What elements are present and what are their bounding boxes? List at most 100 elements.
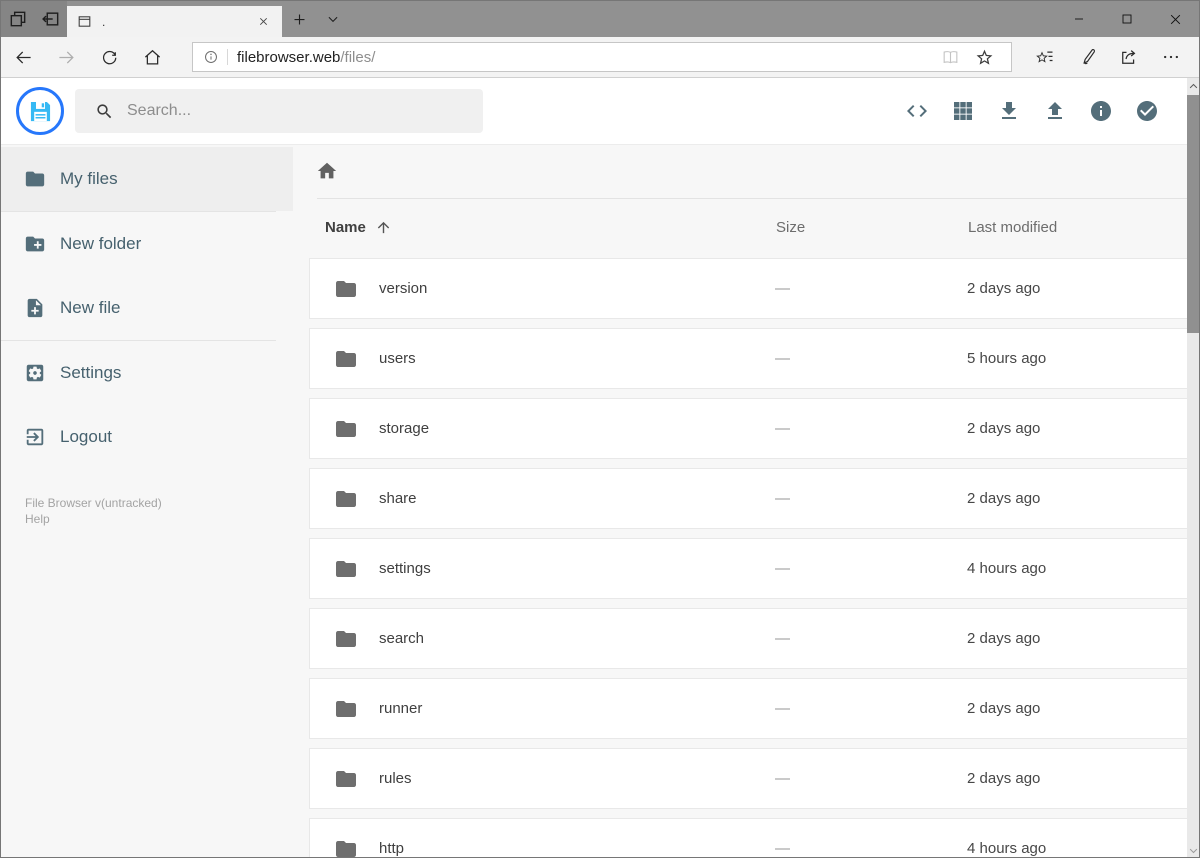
window-controls [1055,1,1199,37]
address-bar[interactable]: filebrowser.web/files/ [192,42,1012,72]
app-body: My files New folder New file Settings Lo… [1,145,1199,857]
site-info-icon[interactable] [203,49,219,65]
sidebar: My files New folder New file Settings Lo… [1,145,293,857]
file-name: version [379,280,428,297]
file-modified: 4 hours ago [967,560,1047,577]
sidebar-item-settings[interactable]: Settings [1,341,293,405]
forward-button[interactable] [45,37,88,77]
address-separator [227,49,228,65]
file-row-settings[interactable]: settings — 4 hours ago [309,538,1199,599]
page-scrollbar[interactable] [1187,78,1199,857]
sidebar-item-label: New folder [60,234,142,253]
file-row-rules[interactable]: rules — 2 days ago [309,748,1199,809]
file-size: — [775,350,790,367]
folder-icon [334,277,358,301]
help-link[interactable]: Help [25,511,293,527]
search-placeholder: Search... [127,102,192,119]
upload-button[interactable] [1032,88,1078,134]
new-tab-button[interactable] [282,1,316,37]
list-header: Name Size Last modified [309,199,1199,258]
browser-tab[interactable]: . [67,6,282,37]
url-host: filebrowser.web [237,48,341,66]
file-row-version[interactable]: version — 2 days ago [309,258,1199,319]
file-row-http[interactable]: http — 4 hours ago [309,818,1199,857]
breadcrumb [309,161,1199,181]
browser-window: . filebrowser.web/files/ Search... My fi… [0,0,1200,858]
file-name: rules [379,770,412,787]
tab-actions-group [1,1,67,37]
app-header: Search... [1,78,1199,145]
browser-actions-group [1024,37,1192,77]
file-row-runner[interactable]: runner — 2 days ago [309,678,1199,739]
sidebar-item-new-file[interactable]: New file [1,276,293,340]
maximize-button[interactable] [1103,1,1151,37]
sidebar-item-my-files[interactable]: My files [1,147,293,211]
set-aside-tabs-button[interactable] [1,1,34,37]
share-button[interactable] [1108,37,1150,77]
back-button[interactable] [2,37,45,77]
close-button[interactable] [1151,1,1199,37]
column-header-modified[interactable]: Last modified [968,219,1175,236]
folder-icon [334,557,358,581]
file-size: — [775,280,790,297]
rows-container: version — 2 days ago users — 5 hours ago… [309,258,1199,857]
info-button[interactable] [1078,88,1124,134]
folder-icon [334,697,358,721]
search-input[interactable]: Search... [75,89,483,133]
file-name: http [379,840,405,857]
folder-icon [334,767,358,791]
minimize-button[interactable] [1055,1,1103,37]
tab-preview-chevron[interactable] [316,1,350,37]
home-button[interactable] [131,37,174,77]
breadcrumb-home-icon[interactable] [316,160,338,182]
file-size: — [775,770,790,787]
favorites-hub-button[interactable] [1024,37,1066,77]
download-button[interactable] [986,88,1032,134]
file-name: share [379,490,417,507]
select-multiple-button[interactable] [1124,88,1170,134]
url-path: /files/ [340,48,376,66]
reading-view-icon[interactable] [933,48,967,67]
file-modified: 2 days ago [967,630,1041,647]
refresh-button[interactable] [88,37,131,77]
sidebar-item-new-folder[interactable]: New folder [1,212,293,276]
tab-close-icon[interactable] [254,13,272,31]
scrollbar-thumb[interactable] [1187,95,1199,333]
file-row-share[interactable]: share — 2 days ago [309,468,1199,529]
file-row-storage[interactable]: storage — 2 days ago [309,398,1199,459]
file-row-search[interactable]: search — 2 days ago [309,608,1199,669]
file-size: — [775,700,790,717]
restore-tabs-icon [41,9,61,29]
file-modified: 2 days ago [967,700,1041,717]
file-modified: 2 days ago [967,420,1041,437]
folder-icon [24,168,46,190]
file-modified: 4 hours ago [967,840,1047,857]
annotate-pen-button[interactable] [1066,37,1108,77]
sidebar-item-logout[interactable]: Logout [1,405,293,469]
file-name: runner [379,700,423,717]
scrollbar-down-arrow[interactable] [1187,848,1199,854]
column-header-size[interactable]: Size [776,219,968,236]
add-favorite-star-icon[interactable] [967,48,1001,67]
folder-icon [334,417,358,441]
sidebar-item-label: My files [60,169,118,188]
grid-view-button[interactable] [940,88,986,134]
page-content: Search... My files New folder New file S… [1,78,1199,857]
new-file-icon [24,297,46,319]
logout-icon [24,426,46,448]
file-name: storage [379,420,430,437]
column-header-name[interactable]: Name [325,219,776,236]
file-row-users[interactable]: users — 5 hours ago [309,328,1199,389]
file-browser-logo[interactable] [16,87,64,135]
code-view-button[interactable] [894,88,940,134]
file-modified: 2 days ago [967,280,1041,297]
file-listing: Name Size Last modified version — 2 days… [293,145,1199,857]
file-modified: 2 days ago [967,770,1041,787]
sidebar-item-label: New file [60,298,121,317]
file-name: search [379,630,425,647]
restore-tabs-button[interactable] [34,1,67,37]
search-icon [95,102,114,121]
titlebar: . [1,1,1199,37]
more-menu-button[interactable] [1150,37,1192,77]
scrollbar-up-arrow[interactable] [1187,78,1199,94]
